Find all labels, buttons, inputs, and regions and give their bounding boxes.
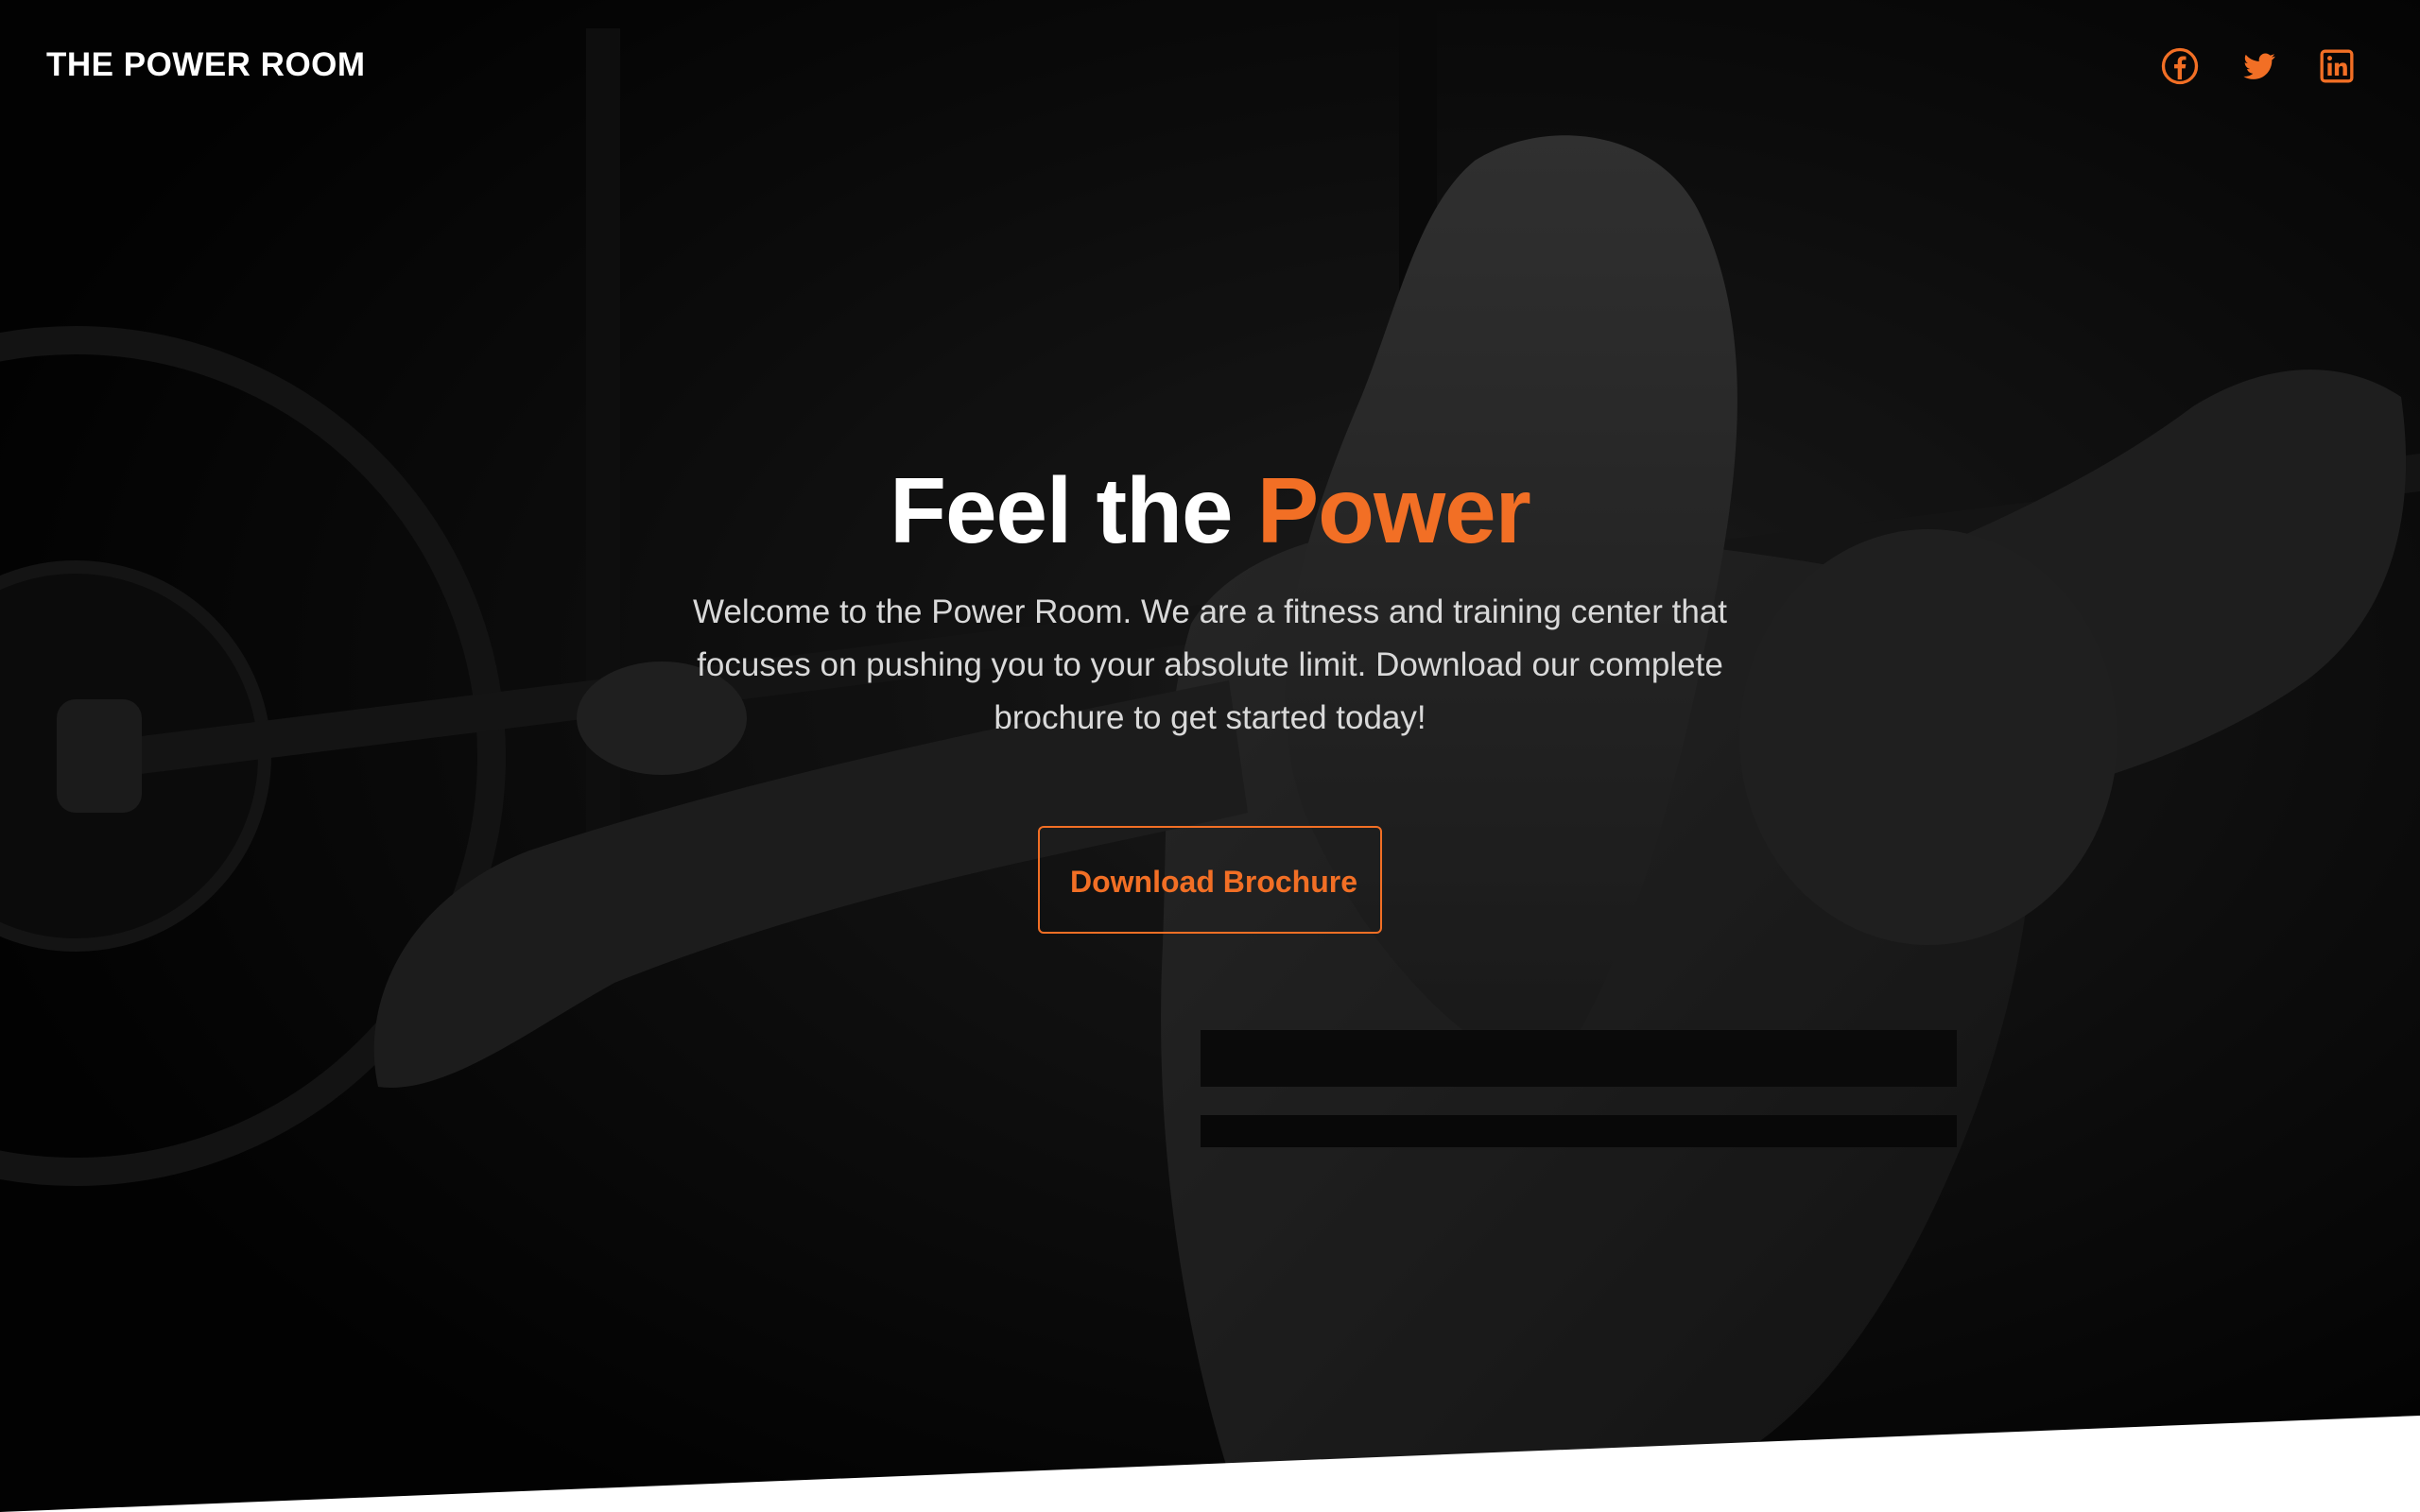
headline-prefix: Feel the bbox=[890, 458, 1233, 562]
facebook-icon-glyph bbox=[2161, 47, 2199, 85]
twitter-icon[interactable] bbox=[2240, 47, 2278, 85]
download-brochure-button[interactable]: Download Brochure bbox=[1038, 826, 1382, 934]
hero-headline: Feel the Power bbox=[605, 454, 1815, 567]
linkedin-icon-glyph bbox=[2320, 49, 2354, 83]
twitter-icon-glyph bbox=[2243, 53, 2275, 79]
facebook-icon[interactable] bbox=[2161, 47, 2199, 85]
brand-logo[interactable]: THE POWER ROOM bbox=[46, 45, 366, 85]
linkedin-icon[interactable] bbox=[2318, 47, 2356, 85]
site-header: THE POWER ROOM bbox=[0, 0, 2420, 132]
hero-content: Feel the Power Welcome to the Power Room… bbox=[605, 454, 1815, 934]
hero-description: Welcome to the Power Room. We are a fitn… bbox=[693, 593, 1727, 736]
headline-accent: Power bbox=[1256, 458, 1531, 562]
hero-section: THE POWER ROOM Feel the Power Welcome to… bbox=[0, 0, 2420, 1512]
